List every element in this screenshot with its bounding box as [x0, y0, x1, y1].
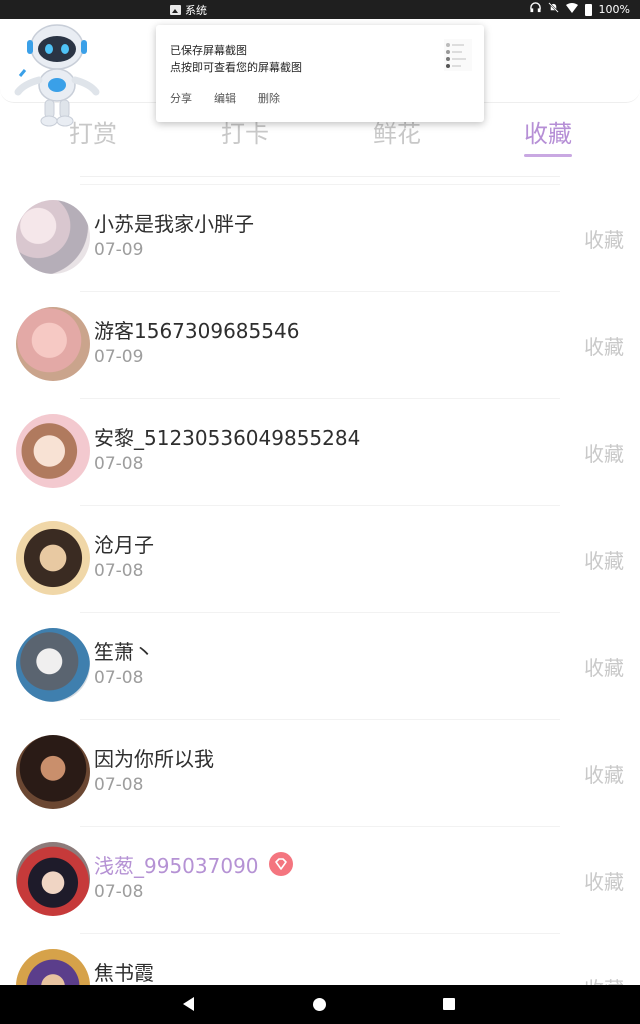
notification-subtitle: 点按即可查看您的屏幕截图	[170, 61, 302, 74]
screenshot-notification[interactable]: 已保存屏幕截图 点按即可查看您的屏幕截图 分享 编辑 删除	[156, 25, 484, 122]
back-icon[interactable]	[183, 997, 194, 1011]
user-name[interactable]: 安黎_51230536049855284	[94, 422, 360, 451]
row-divider	[80, 933, 560, 934]
favorite-button[interactable]: 收藏	[584, 545, 624, 574]
user-name[interactable]: 沧月子	[94, 529, 154, 558]
recent-apps-icon[interactable]	[443, 998, 455, 1010]
edit-button[interactable]: 编辑	[214, 90, 236, 106]
list-item[interactable]: 浅葱_995037090 07-08 收藏	[0, 826, 640, 933]
date-text: 07-09	[94, 240, 144, 260]
headphones-icon	[529, 2, 541, 17]
row-divider	[80, 184, 560, 185]
date-text: 07-08	[94, 775, 144, 795]
favorite-button[interactable]: 收藏	[584, 652, 624, 681]
favorite-button[interactable]: 收藏	[584, 331, 624, 360]
user-name[interactable]: 因为你所以我	[94, 743, 214, 772]
date-text: 07-08	[94, 882, 144, 902]
status-bar-system-icons: 100%	[529, 2, 630, 17]
tabs-divider	[80, 176, 560, 177]
notification-actions: 分享 编辑 删除	[170, 90, 280, 106]
screenshot-thumbnail-icon[interactable]	[444, 39, 472, 71]
user-name[interactable]: 浅葱_995037090	[94, 850, 293, 879]
status-bar-notification-area: 系统	[170, 2, 207, 18]
list-item[interactable]: 因为你所以我 07-08 收藏	[0, 719, 640, 826]
row-divider	[80, 719, 560, 720]
avatar[interactable]	[16, 735, 90, 809]
avatar[interactable]	[16, 628, 90, 702]
date-text: 07-08	[94, 561, 144, 581]
gallery-icon	[170, 5, 181, 15]
tab-reward[interactable]: 打赏	[69, 114, 117, 149]
date-text: 07-09	[94, 347, 144, 367]
notification-title: 已保存屏幕截图	[170, 44, 247, 57]
wifi-icon	[565, 2, 578, 17]
share-button[interactable]: 分享	[170, 90, 192, 106]
list-item[interactable]: 游客1567309685546 07-09 收藏	[0, 291, 640, 398]
row-divider	[80, 612, 560, 613]
list-item[interactable]: 沧月子 07-08 收藏	[0, 505, 640, 612]
row-divider	[80, 398, 560, 399]
mute-bell-icon	[547, 2, 559, 17]
list-item[interactable]: 小苏是我家小胖子 07-09 收藏	[0, 184, 640, 291]
date-text: 07-08	[94, 454, 144, 474]
status-bar: 系统 100%	[0, 0, 640, 19]
avatar[interactable]	[16, 842, 90, 916]
favorite-button[interactable]: 收藏	[584, 438, 624, 467]
user-name[interactable]: 游客1567309685546	[94, 315, 299, 344]
row-divider	[80, 291, 560, 292]
delete-button[interactable]: 删除	[258, 90, 280, 106]
avatar[interactable]	[16, 521, 90, 595]
user-name[interactable]: 笙萧丶	[94, 636, 154, 665]
favorite-button[interactable]: 收藏	[584, 224, 624, 253]
favorite-button[interactable]: 收藏	[584, 759, 624, 788]
battery-percent: 100%	[598, 3, 630, 16]
row-divider	[80, 505, 560, 506]
vip-diamond-icon	[268, 852, 293, 876]
avatar[interactable]	[16, 200, 90, 274]
avatar[interactable]	[16, 307, 90, 381]
user-name[interactable]: 焦书霞	[94, 957, 154, 986]
date-text: 07-08	[94, 668, 144, 688]
system-nav-bar	[0, 985, 640, 1024]
avatar[interactable]	[16, 414, 90, 488]
status-app-label: 系统	[185, 4, 207, 17]
favorite-button[interactable]: 收藏	[584, 866, 624, 895]
list-item[interactable]: 笙萧丶 07-08 收藏	[0, 612, 640, 719]
battery-icon	[584, 3, 592, 16]
tab-favorites[interactable]: 收藏	[524, 114, 572, 149]
user-name[interactable]: 小苏是我家小胖子	[94, 208, 254, 237]
active-tab-indicator	[524, 154, 572, 157]
row-divider	[80, 826, 560, 827]
user-name-text[interactable]: 浅葱_995037090	[94, 854, 259, 878]
home-icon[interactable]	[313, 998, 326, 1011]
list-item[interactable]: 安黎_51230536049855284 07-08 收藏	[0, 398, 640, 505]
